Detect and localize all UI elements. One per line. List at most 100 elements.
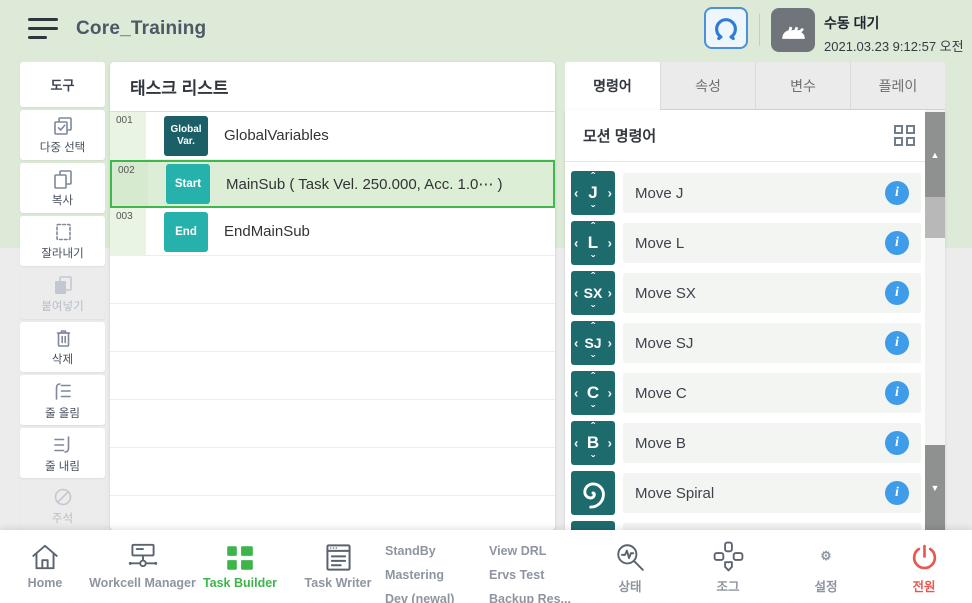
- manual-mode-button[interactable]: [771, 8, 815, 52]
- command-clipped[interactable]: i: [571, 521, 921, 530]
- cut-button[interactable]: 잘라내기: [20, 216, 105, 266]
- command-move-spiral[interactable]: Move Spiral i: [571, 471, 921, 515]
- line-up-button[interactable]: 줄 올림: [20, 375, 105, 425]
- command-label: Move J: [635, 185, 683, 202]
- command-move-l[interactable]: L Move L i: [571, 221, 921, 265]
- system-status-column-2: View DRL Ervs Test Backup Res...: [489, 539, 571, 603]
- task-row-mainsub-selected[interactable]: 002 Start MainSub ( Task Vel. 250.000, A…: [110, 160, 555, 208]
- nav-task-writer[interactable]: Task Writer: [293, 537, 383, 590]
- info-icon[interactable]: i: [885, 231, 909, 255]
- info-icon[interactable]: i: [885, 181, 909, 205]
- info-icon[interactable]: i: [885, 431, 909, 455]
- system-status-column-1: StandBy Mastering Dev (newal): [385, 539, 454, 603]
- top-bar: Core_Training 수동 대기 2021.03.23 9:12:57 오…: [0, 0, 972, 60]
- line-up-icon: [51, 380, 74, 403]
- empty-row: [110, 448, 555, 496]
- command-label: Move SX: [635, 285, 696, 302]
- task-row-label: EndMainSub: [224, 223, 310, 240]
- tools-header: 도구: [20, 62, 105, 107]
- move-l-icon: L: [571, 221, 615, 265]
- home-icon: [29, 541, 61, 573]
- line-down-button[interactable]: 줄 내림: [20, 428, 105, 478]
- tab-properties[interactable]: 속성: [660, 62, 755, 110]
- nav-jog[interactable]: 조그: [693, 537, 763, 595]
- nav-settings[interactable]: ⚙ 설정: [791, 537, 861, 595]
- status-text: View DRL: [489, 539, 571, 563]
- status-text: Mastering: [385, 563, 454, 587]
- cut-icon: [52, 221, 74, 243]
- clipped-command-icon: [571, 521, 615, 530]
- command-move-c[interactable]: C Move C i: [571, 371, 921, 415]
- command-move-b[interactable]: B Move B i: [571, 421, 921, 465]
- command-label: Move Spiral: [635, 485, 714, 502]
- row-number: 002: [112, 162, 148, 206]
- command-move-sj[interactable]: SJ Move SJ i: [571, 321, 921, 365]
- global-var-badge: Global Var.: [164, 116, 208, 156]
- mode-label: 수동 대기: [824, 13, 964, 33]
- move-b-icon: B: [571, 421, 615, 465]
- nav-status[interactable]: 상태: [595, 537, 665, 595]
- paste-button: 붙여넣기: [20, 269, 105, 319]
- task-list-title: 태스크 리스트: [110, 62, 555, 112]
- info-icon[interactable]: i: [885, 381, 909, 405]
- workcell-manager-icon: [125, 541, 161, 573]
- delete-button[interactable]: 삭제: [20, 322, 105, 372]
- command-tabs: 명령어 속성 변수 플레이: [565, 62, 945, 110]
- row-number: 003: [110, 208, 146, 255]
- copy-button[interactable]: 복사: [20, 163, 105, 213]
- status-text: Ervs Test: [489, 563, 571, 587]
- hamburger-menu-icon[interactable]: [28, 18, 58, 42]
- status-text: Backup Res...: [489, 587, 571, 603]
- info-icon[interactable]: i: [885, 481, 909, 505]
- nav-workcell-manager[interactable]: Workcell Manager: [82, 537, 203, 590]
- command-scrollbar[interactable]: ▲ ▼: [925, 110, 945, 530]
- nav-home[interactable]: Home: [10, 537, 80, 590]
- command-move-j[interactable]: J Move J i: [571, 171, 921, 215]
- paste-icon: [52, 274, 74, 296]
- task-row-endmainsub[interactable]: 003 End EndMainSub: [110, 208, 555, 256]
- scroll-up-icon[interactable]: ▲: [925, 112, 945, 197]
- tab-play[interactable]: 플레이: [850, 62, 945, 110]
- robot-rotate-button[interactable]: [704, 7, 748, 49]
- command-content: 모션 명령어 J Move J i: [565, 110, 945, 530]
- line-down-icon: [51, 433, 74, 456]
- command-panel: 명령어 속성 변수 플레이 모션 명령어 J Move J i: [565, 62, 945, 530]
- info-icon[interactable]: i: [885, 331, 909, 355]
- move-j-icon: J: [571, 171, 615, 215]
- page-title: Core_Training: [76, 18, 206, 40]
- task-writer-icon: [323, 542, 354, 573]
- settings-gear-icon: ⚙: [820, 539, 831, 573]
- task-row-global-variables[interactable]: 001 Global Var. GlobalVariables: [110, 112, 555, 160]
- empty-row: [110, 304, 555, 352]
- delete-icon: [52, 327, 74, 349]
- command-label: Move C: [635, 385, 687, 402]
- topbar-divider: [759, 14, 760, 46]
- command-label: Move SJ: [635, 335, 693, 352]
- tab-variables[interactable]: 변수: [755, 62, 850, 110]
- multi-select-button[interactable]: 다중 선택: [20, 110, 105, 160]
- row-number: 001: [110, 112, 146, 159]
- nav-task-builder[interactable]: Task Builder: [191, 537, 289, 590]
- task-row-label: GlobalVariables: [224, 127, 329, 144]
- tab-commands[interactable]: 명령어: [565, 62, 660, 110]
- rotate-arc-icon: [711, 13, 741, 43]
- scroll-down-icon[interactable]: ▼: [925, 445, 945, 530]
- command-move-sx[interactable]: SX Move SX i: [571, 271, 921, 315]
- spiral-icon: [571, 471, 615, 515]
- empty-row: [110, 352, 555, 400]
- status-text: Dev (newal): [385, 587, 454, 603]
- status-monitor-icon: [614, 541, 646, 573]
- power-icon: [909, 542, 940, 573]
- info-icon[interactable]: i: [885, 281, 909, 305]
- tools-sidebar: 도구 다중 선택 복사 잘라내기: [20, 62, 105, 534]
- timestamp: 2021.03.23 9:12:57 오전: [824, 36, 964, 55]
- scrollbar-thumb[interactable]: [925, 197, 945, 238]
- command-label: Move L: [635, 235, 684, 252]
- nav-power[interactable]: 전원: [889, 537, 959, 595]
- jog-dpad-icon: [712, 540, 745, 573]
- app-root: Core_Training 수동 대기 2021.03.23 9:12:57 오…: [0, 0, 972, 603]
- move-sj-icon: SJ: [571, 321, 615, 365]
- grid-view-icon[interactable]: [894, 125, 915, 146]
- task-builder-icon: [224, 543, 256, 573]
- empty-row: [110, 400, 555, 448]
